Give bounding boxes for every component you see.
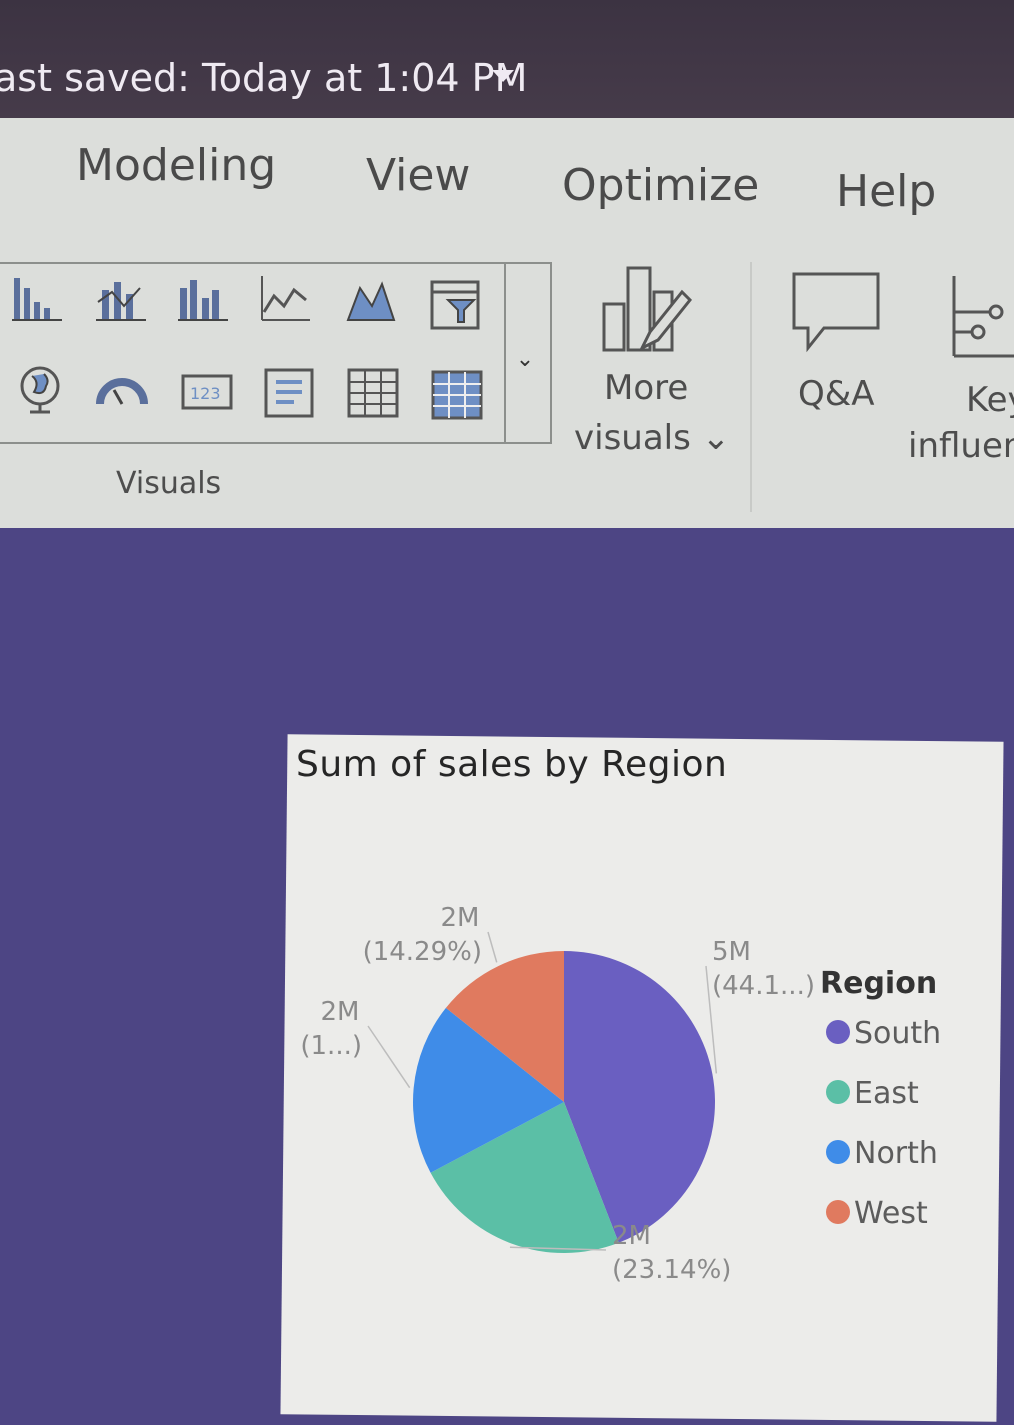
speech-bubble-icon[interactable]: [790, 270, 882, 354]
stacked-column-chart-icon[interactable]: [94, 272, 148, 326]
svg-text:123: 123: [190, 384, 221, 403]
table-icon[interactable]: [346, 366, 400, 420]
legend-label-east: East: [854, 1076, 919, 1111]
tab-optimize[interactable]: Optimize: [562, 160, 759, 211]
legend-label-west: West: [854, 1196, 928, 1231]
line-chart-icon[interactable]: [258, 272, 312, 326]
clustered-column-chart-icon[interactable]: [176, 272, 230, 326]
tab-modeling[interactable]: Modeling: [76, 140, 276, 191]
matrix-icon[interactable]: [430, 368, 484, 422]
data-label-pct-west: (14.29%): [363, 937, 482, 967]
map-globe-icon[interactable]: [14, 362, 68, 416]
gallery-expand-icon[interactable]: ⌄: [510, 345, 540, 375]
key-influencers-label-2[interactable]: influen: [908, 426, 1014, 466]
key-influencers-label-1[interactable]: Key: [966, 380, 1014, 420]
qa-button-label[interactable]: Q&A: [798, 374, 875, 414]
data-label-value-south: 5M: [712, 937, 751, 967]
data-label-value-east: 2M: [612, 1221, 651, 1251]
leader-line-north: [367, 1025, 411, 1089]
data-label-value-west: 2M: [441, 903, 480, 933]
legend-item-west[interactable]: West: [826, 1196, 928, 1231]
tab-help[interactable]: Help: [836, 166, 936, 217]
more-visuals-icon[interactable]: [598, 262, 694, 354]
legend-label-south: South: [854, 1016, 942, 1051]
legend-item-east[interactable]: East: [826, 1076, 919, 1111]
tab-view[interactable]: View: [366, 150, 470, 201]
title-bar: ast saved: Today at 1:04 PM: [0, 0, 1014, 118]
data-label-pct-north: (1...): [300, 1031, 362, 1061]
legend-item-north[interactable]: North: [826, 1136, 938, 1171]
legend-dot-south: [826, 1019, 850, 1044]
chevron-down-icon[interactable]: [492, 70, 514, 82]
legend-dot-east: [826, 1079, 850, 1104]
legend-dot-north: [826, 1139, 850, 1164]
pie-chart[interactable]: 5M(44.1...)2M(23.14%)2M(1...)2M(14.29%): [300, 900, 820, 1320]
data-label-pct-south: (44.1...): [712, 971, 815, 1001]
legend-item-south[interactable]: South: [826, 1016, 941, 1051]
leader-line-west: [487, 931, 498, 963]
gallery-divider: [504, 262, 506, 444]
legend-dot-west: [826, 1199, 850, 1224]
data-label-pct-east: (23.14%): [612, 1255, 731, 1285]
data-label-value-north: 2M: [321, 997, 360, 1027]
more-visuals-label[interactable]: More: [604, 368, 688, 408]
legend-title: Region: [820, 966, 938, 1001]
more-visuals-dropdown[interactable]: visuals ⌄: [574, 418, 730, 458]
key-influencers-icon[interactable]: [948, 272, 1014, 360]
funnel-filter-icon[interactable]: [428, 278, 482, 332]
last-saved-status[interactable]: ast saved: Today at 1:04 PM: [0, 56, 527, 100]
chart-title: Sum of sales by Region: [296, 744, 728, 785]
stacked-bar-chart-icon[interactable]: [10, 272, 64, 326]
ribbon-separator: [750, 262, 752, 512]
visuals-group-label: Visuals: [116, 466, 222, 501]
gauge-icon[interactable]: [94, 364, 148, 418]
multirow-card-icon[interactable]: [262, 366, 316, 420]
card-123-icon[interactable]: 123: [180, 366, 234, 420]
legend-label-north: North: [854, 1136, 938, 1171]
area-chart-icon[interactable]: [344, 272, 398, 326]
